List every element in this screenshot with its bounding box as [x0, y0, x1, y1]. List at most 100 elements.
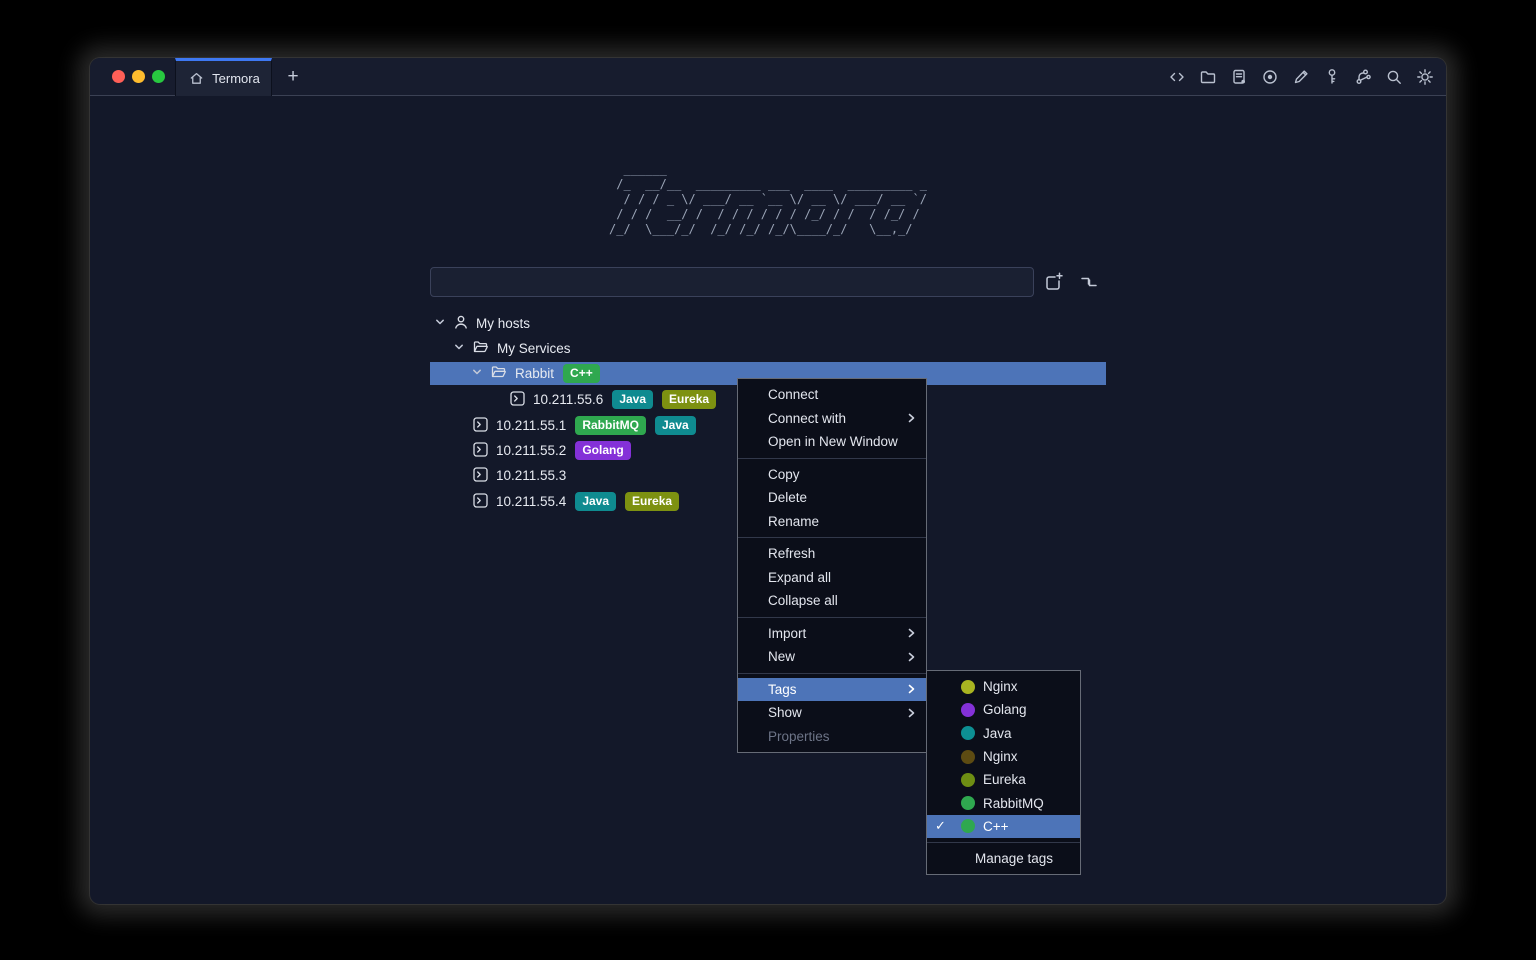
collapse-all-button[interactable] — [1076, 268, 1102, 296]
chevron-down-icon[interactable] — [453, 341, 465, 356]
record-icon[interactable] — [1261, 68, 1279, 86]
tag-badge: Java — [655, 416, 696, 435]
tags-submenu: Nginx Golang Java Nginx Eureka Rabb — [926, 670, 1081, 875]
chevron-down-icon[interactable] — [434, 316, 446, 331]
tree-item-my-hosts[interactable]: My hosts — [434, 311, 530, 336]
submenu-item-tag[interactable]: Java — [927, 722, 1080, 745]
submenu-item-tag[interactable]: Nginx — [927, 745, 1080, 768]
terminal-icon — [473, 493, 488, 511]
log-icon[interactable] — [1230, 68, 1248, 86]
host-name: 10.211.55.4 — [496, 494, 566, 509]
tag-badge: Eureka — [625, 492, 679, 511]
terminal-icon — [473, 467, 488, 485]
submenu-item-tag[interactable]: Nginx — [927, 675, 1080, 698]
chevron-right-icon — [906, 708, 916, 718]
tag-color-dot — [961, 773, 975, 787]
code-icon[interactable] — [1168, 68, 1186, 86]
host-name: 10.211.55.2 — [496, 443, 566, 458]
tree-item-host[interactable]: 10.211.55.1 RabbitMQ Java — [473, 413, 696, 438]
tag-color-dot — [961, 726, 975, 740]
tag-badge: RabbitMQ — [575, 416, 646, 435]
menu-section: Tags Show Properties — [738, 673, 926, 753]
tag-badge: Java — [612, 390, 653, 409]
edit-icon[interactable] — [1292, 68, 1310, 86]
keychain-icon[interactable] — [1354, 68, 1372, 86]
tag-badge: Java — [575, 492, 616, 511]
ascii-logo: ______ /_ __/__ _________ ___ ____ _____… — [609, 162, 927, 237]
submenu-item-tag[interactable]: Golang — [927, 698, 1080, 721]
menu-item-collapse-all[interactable]: Collapse all — [738, 589, 926, 613]
key-icon[interactable] — [1323, 68, 1341, 86]
menu-item-copy[interactable]: Copy — [738, 463, 926, 487]
menu-item-refresh[interactable]: Refresh — [738, 542, 926, 566]
menu-item-new[interactable]: New — [738, 645, 926, 669]
menu-item-tags[interactable]: Tags — [738, 678, 926, 702]
tree-label: Rabbit — [515, 366, 554, 381]
user-icon — [454, 315, 468, 332]
folder-open-icon — [491, 365, 507, 382]
home-icon — [187, 70, 205, 88]
tab-termora[interactable]: Termora — [175, 58, 272, 96]
menu-item-manage-tags[interactable]: Manage tags — [927, 847, 1080, 870]
host-name: 10.211.55.6 — [533, 392, 603, 407]
host-name: 10.211.55.1 — [496, 418, 566, 433]
chevron-right-icon — [906, 652, 916, 662]
terminal-icon — [473, 442, 488, 460]
host-name: 10.211.55.3 — [496, 468, 566, 483]
menu-section: Nginx Golang Java Nginx Eureka Rabb — [927, 671, 1080, 842]
filter-input[interactable] — [430, 267, 1034, 297]
menu-item-connect[interactable]: Connect — [738, 383, 926, 407]
tree-item-host[interactable]: 10.211.55.6 Java Eureka — [510, 387, 716, 412]
chevron-right-icon — [906, 413, 916, 423]
close-window-button[interactable] — [112, 70, 125, 83]
tag-badge: Eureka — [662, 390, 716, 409]
tab-title: Termora — [212, 71, 260, 86]
menu-item-properties: Properties — [738, 725, 926, 749]
gear-icon[interactable] — [1416, 68, 1434, 86]
menu-item-import[interactable]: Import — [738, 622, 926, 646]
terminal-icon — [473, 417, 488, 435]
tree-item-host[interactable]: 10.211.55.2 Golang — [473, 438, 631, 463]
new-tab-button[interactable]: + — [280, 58, 306, 96]
menu-item-open-in-new-window[interactable]: Open in New Window — [738, 430, 926, 454]
chevron-right-icon — [906, 684, 916, 694]
menu-item-expand-all[interactable]: Expand all — [738, 566, 926, 590]
tag-color-dot — [961, 680, 975, 694]
menu-section: Import New — [738, 617, 926, 673]
folder-icon[interactable] — [1199, 68, 1217, 86]
tree-item-host[interactable]: 10.211.55.4 Java Eureka — [473, 489, 679, 514]
tree-label: My hosts — [476, 316, 530, 331]
tree-item-my-services[interactable]: My Services — [453, 336, 571, 361]
submenu-item-tag[interactable]: RabbitMQ — [927, 791, 1080, 814]
tag-badge: Golang — [575, 441, 630, 460]
minimize-window-button[interactable] — [132, 70, 145, 83]
menu-item-rename[interactable]: Rename — [738, 510, 926, 534]
search-icon[interactable] — [1385, 68, 1403, 86]
chevron-down-icon[interactable] — [471, 366, 483, 381]
menu-section: Connect Connect with Open in New Window — [738, 379, 926, 458]
add-host-button[interactable] — [1040, 268, 1066, 296]
check-icon: ✓ — [935, 818, 953, 834]
tag-color-dot — [961, 819, 975, 833]
tree-label: My Services — [497, 341, 571, 356]
menu-section: Refresh Expand all Collapse all — [738, 537, 926, 617]
menu-item-show[interactable]: Show — [738, 701, 926, 725]
menu-item-delete[interactable]: Delete — [738, 486, 926, 510]
terminal-icon — [510, 391, 525, 409]
tag-color-dot — [961, 703, 975, 717]
tree-item-rabbit[interactable]: Rabbit C++ — [471, 361, 600, 386]
toolbar — [1168, 58, 1434, 96]
tree-item-host[interactable]: 10.211.55.3 — [473, 463, 566, 488]
tag-color-dot — [961, 796, 975, 810]
menu-section: Copy Delete Rename — [738, 458, 926, 538]
titlebar: Termora + — [90, 58, 1446, 96]
folder-open-icon — [473, 340, 489, 357]
context-menu: Connect Connect with Open in New Window … — [737, 378, 927, 753]
tag-color-dot — [961, 750, 975, 764]
chevron-right-icon — [906, 628, 916, 638]
zoom-window-button[interactable] — [152, 70, 165, 83]
tag-badge: C++ — [563, 364, 600, 383]
menu-item-connect-with[interactable]: Connect with — [738, 407, 926, 431]
submenu-item-tag[interactable]: Eureka — [927, 768, 1080, 791]
submenu-item-tag-selected[interactable]: ✓ C++ — [927, 815, 1080, 838]
